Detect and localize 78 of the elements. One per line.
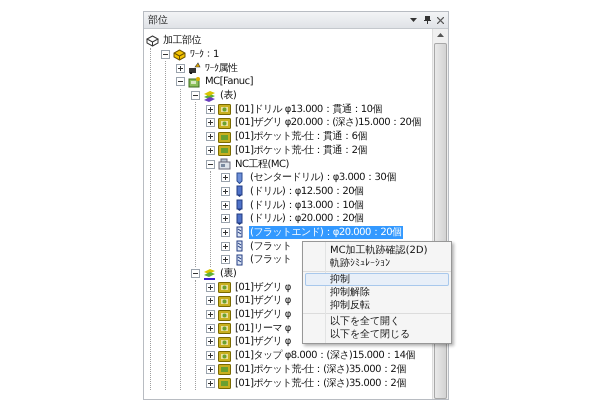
tree-item[interactable]: [01]ポケット荒-仕：(深さ)35.000：2個 <box>234 376 407 390</box>
tree-item[interactable]: [01]ポケット荒-仕：(深さ)35.000：2個 <box>234 362 407 376</box>
expand-toggle[interactable] <box>206 324 215 333</box>
feature-icon <box>218 103 231 116</box>
expand-toggle[interactable] <box>206 337 215 346</box>
tree-item[interactable]: 加工部位 <box>162 34 202 48</box>
expand-toggle[interactable] <box>206 351 215 360</box>
tree-item[interactable]: NC工程(MC) <box>234 158 290 171</box>
layers-icon <box>203 268 216 280</box>
tree-item[interactable]: [01]ポケット荒-仕：貫通：6個 <box>234 130 368 144</box>
expand-toggle[interactable] <box>176 64 185 73</box>
feature-icon <box>218 116 231 129</box>
tree-item[interactable]: (ドリル)：φ12.500：20個 <box>249 184 365 198</box>
tree-item[interactable]: ﾜｰｸ：1 <box>189 48 220 62</box>
feature-icon <box>218 336 231 348</box>
tree-item[interactable]: [01]ザグリ φ <box>234 280 292 294</box>
tree-item[interactable]: [01]ザグリ φ <box>234 308 292 322</box>
collapse-toggle[interactable] <box>161 50 170 60</box>
tree-item[interactable]: (裏) <box>219 267 238 280</box>
tree-item[interactable]: [01]ドリル φ13.000：貫通：10個 <box>234 102 384 116</box>
collapse-toggle[interactable] <box>191 91 200 100</box>
collapse-toggle[interactable] <box>206 160 215 169</box>
feature-icon <box>218 281 231 294</box>
tree-item[interactable]: (センタードリル)：φ3.000：30個 <box>249 171 397 184</box>
menu-item[interactable]: 抑制解除 <box>305 286 449 299</box>
expand-toggle[interactable] <box>221 186 230 196</box>
panel-title: 部位 <box>148 14 169 28</box>
feature-icon <box>218 144 231 156</box>
expand-toggle[interactable] <box>206 282 215 292</box>
collapse-toggle[interactable] <box>176 77 185 86</box>
menu-item[interactable]: 以下を全て開く <box>305 315 449 328</box>
expand-toggle[interactable] <box>206 296 215 306</box>
expand-toggle[interactable] <box>206 310 215 320</box>
expand-toggle[interactable] <box>221 200 230 210</box>
feature-icon <box>218 350 231 362</box>
menu-item[interactable]: 抑制 <box>305 273 449 286</box>
expand-toggle[interactable] <box>206 146 215 155</box>
expand-toggle[interactable] <box>206 378 215 388</box>
tree-item[interactable]: [01]ザグリ φ <box>234 335 292 348</box>
tree-item[interactable]: [01]タップ φ8.000：(深さ)15.000：14個 <box>234 349 416 362</box>
pin-icon[interactable] <box>424 16 431 24</box>
expand-toggle[interactable] <box>221 242 230 251</box>
menu-item[interactable]: MC加工軌跡確認(2D) <box>305 244 449 257</box>
menu-item[interactable]: 抑制反転 <box>305 299 449 312</box>
tree-item[interactable]: (フラット <box>249 240 292 253</box>
expand-toggle[interactable] <box>206 104 215 114</box>
tree-item[interactable]: MC[Fanuc] <box>204 75 254 88</box>
expand-toggle[interactable] <box>206 132 215 142</box>
tree-item[interactable]: [01]ザグリ φ20.000：(深さ)15.000：20個 <box>234 116 422 130</box>
tree-item[interactable]: (ドリル)：φ13.000：10個 <box>249 198 365 212</box>
cube-icon <box>146 34 159 47</box>
tree-item[interactable]: [01]ポケット荒-仕：貫通：2個 <box>234 144 368 157</box>
up-arrow-icon[interactable] <box>437 33 444 37</box>
expand-toggle[interactable] <box>221 214 230 224</box>
feature-icon <box>218 363 231 376</box>
menu-item[interactable]: 軌跡ｼﾐｭﾚｰｼｮﾝ <box>305 257 449 270</box>
caret-icon[interactable] <box>410 18 417 22</box>
feature-icon <box>218 308 231 321</box>
feature-icon <box>218 322 231 334</box>
tree-item[interactable]: [01]ザグリ φ <box>234 294 292 308</box>
expand-toggle[interactable] <box>221 228 230 237</box>
close-icon[interactable] <box>437 16 444 24</box>
layers-icon <box>203 90 216 102</box>
expand-toggle[interactable] <box>221 255 230 264</box>
expand-toggle[interactable] <box>206 364 215 374</box>
tree-item[interactable]: ﾜｰｸ属性 <box>204 62 238 75</box>
cube-icon <box>173 48 186 61</box>
collapse-toggle[interactable] <box>191 269 200 278</box>
menu-item[interactable]: 以下を全て閉じる <box>305 328 449 341</box>
expand-toggle[interactable] <box>206 118 215 128</box>
tree-item[interactable]: [01]リーマ φ <box>234 322 292 335</box>
feature-icon <box>218 377 231 390</box>
tree-item[interactable]: (表) <box>219 89 238 102</box>
tree-item[interactable]: (フラット <box>249 253 292 266</box>
feature-icon <box>218 130 231 143</box>
tree-item[interactable]: (ドリル)：φ20.000：20個 <box>249 212 365 226</box>
expand-toggle[interactable] <box>221 173 230 182</box>
feature-icon <box>218 294 231 307</box>
